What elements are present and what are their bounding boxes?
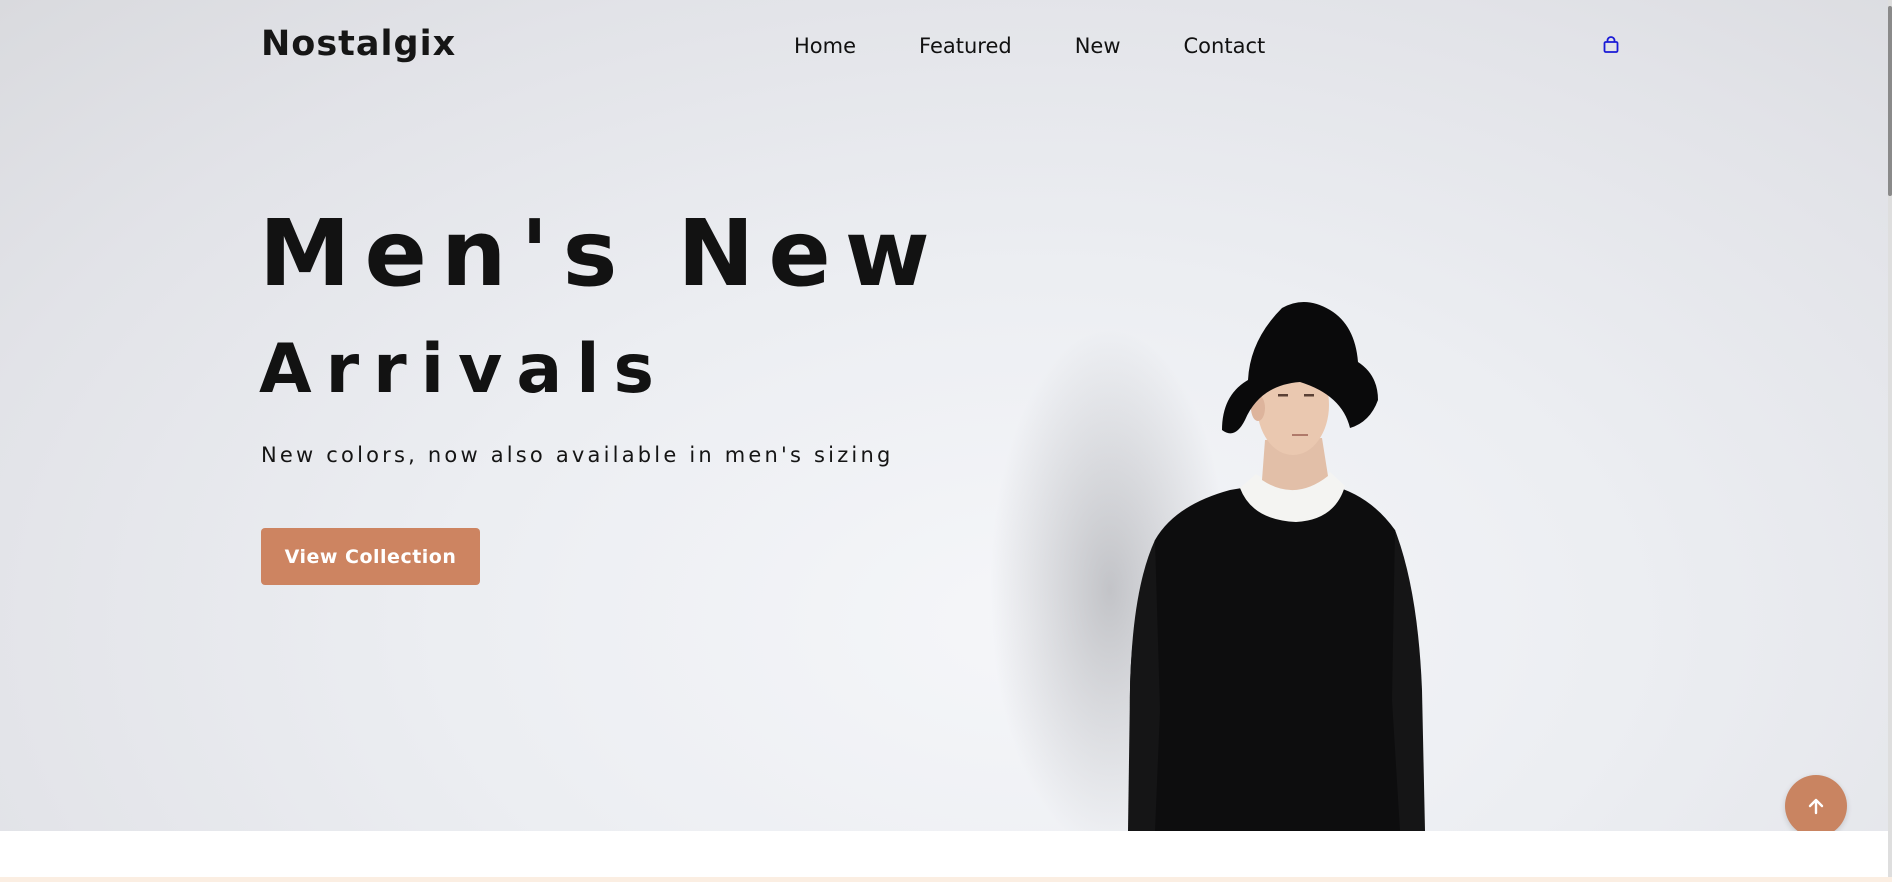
scrollbar-thumb[interactable] [1888, 6, 1892, 196]
next-section [0, 831, 1888, 877]
hero-subtitle: New colors, now also available in men's … [261, 443, 894, 467]
hero-title-line1: Men's New [259, 200, 944, 307]
arrow-up-icon [1808, 798, 1824, 815]
scroll-to-top-button[interactable] [1785, 775, 1847, 831]
nav-item-contact[interactable]: Contact [1184, 34, 1266, 58]
main-nav: Home Featured New Contact [794, 34, 1328, 58]
nav-item-home[interactable]: Home [794, 34, 856, 58]
site-logo[interactable]: Nostalgix [261, 24, 456, 64]
view-collection-button[interactable]: View Collection [261, 528, 480, 585]
shopping-bag-icon[interactable] [1602, 36, 1620, 54]
nav-item-new[interactable]: New [1075, 34, 1121, 58]
hero-section: Nostalgix Home Featured New Contact Men'… [0, 0, 1888, 831]
nav-item-featured[interactable]: Featured [919, 34, 1012, 58]
page-scrollbar[interactable] [1888, 0, 1892, 877]
hero-title-line2: Arrivals [259, 330, 669, 409]
man-in-bucket-hat-photo [990, 301, 1425, 831]
